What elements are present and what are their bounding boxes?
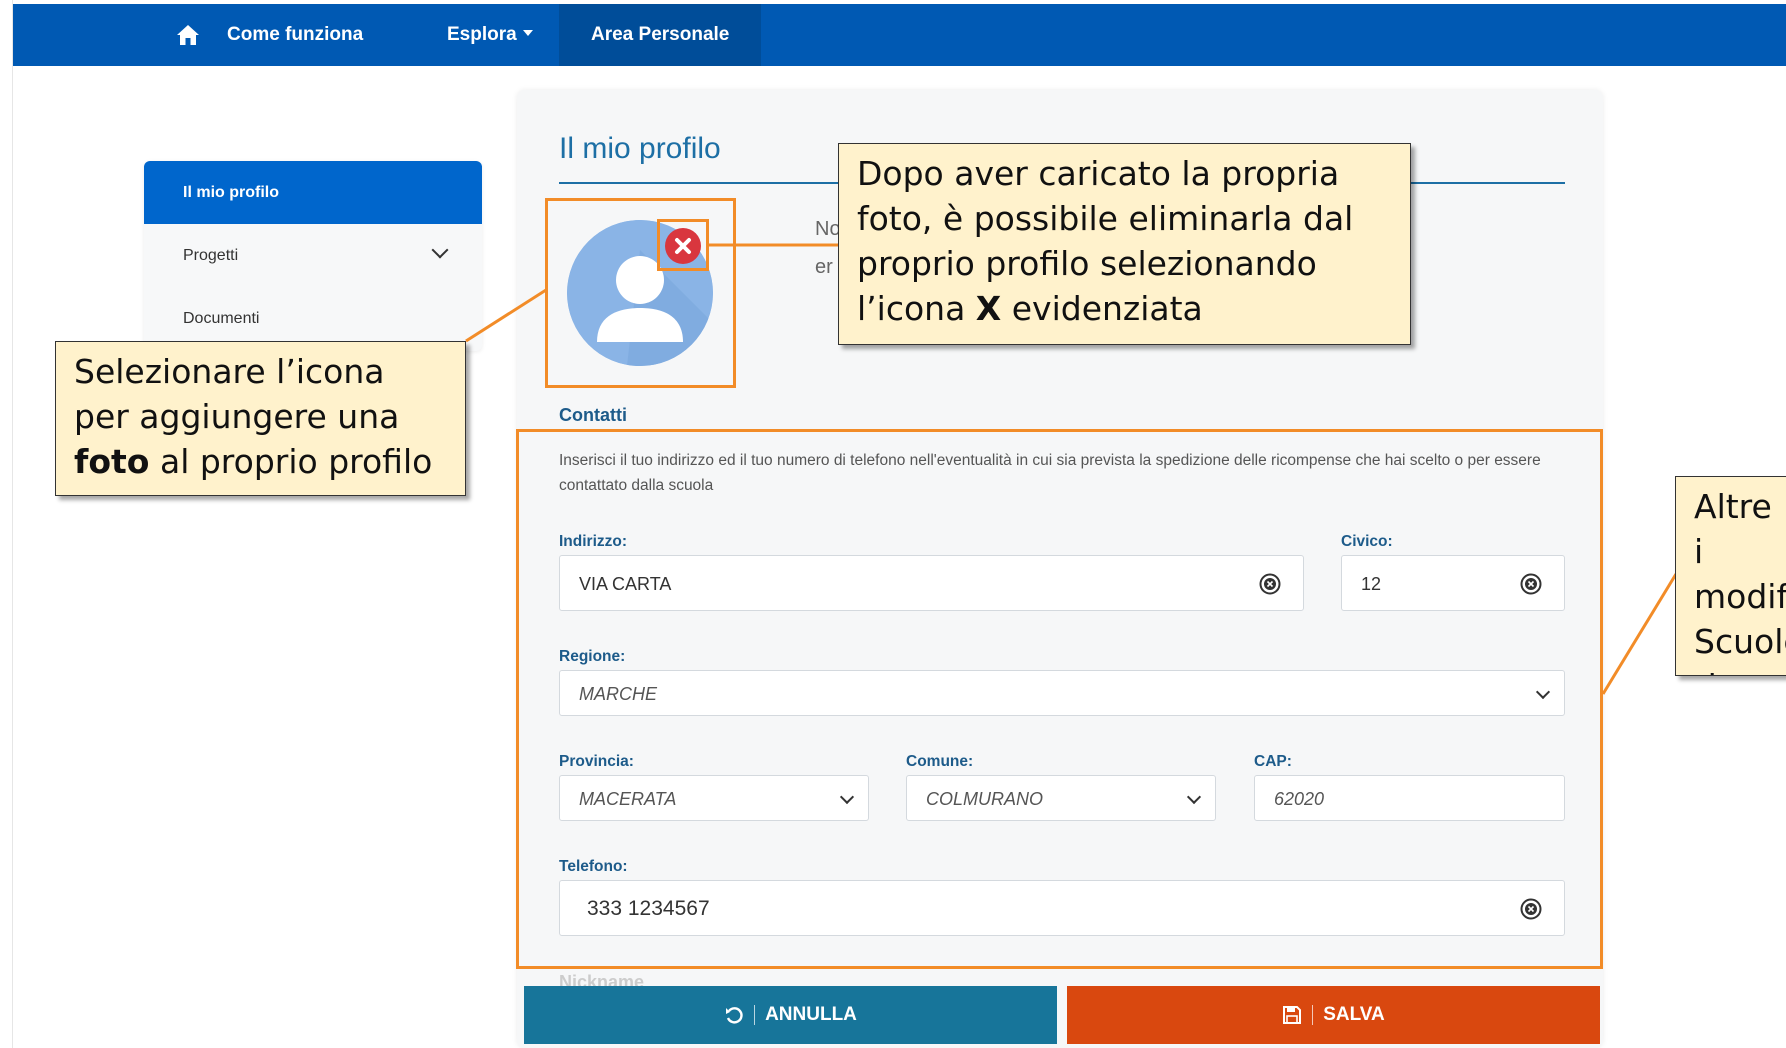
callout-bold: foto bbox=[74, 442, 150, 481]
sidebar-item-label: Il mio profilo bbox=[183, 184, 279, 201]
regione-value: MARCHE bbox=[579, 684, 658, 704]
cap-value: 62020 bbox=[1274, 789, 1325, 809]
salva-button[interactable]: SALVA bbox=[1067, 986, 1600, 1044]
sidebar-item-progetti[interactable]: Progetti bbox=[144, 224, 482, 287]
annulla-label: ANNULLA bbox=[765, 1004, 857, 1025]
chevron-down-icon bbox=[1186, 789, 1202, 805]
window-left-edge bbox=[0, 0, 13, 1048]
telefono-value: 333 1234567 bbox=[587, 897, 710, 920]
profile-sidebar: Il mio profilo Progetti Documenti bbox=[144, 161, 482, 351]
cap-field[interactable]: 62020 bbox=[1254, 775, 1565, 821]
callout-text: al proprio profilo bbox=[149, 442, 433, 481]
button-separator bbox=[1312, 1005, 1314, 1025]
indirizzo-field[interactable]: VIA CARTA bbox=[559, 555, 1304, 611]
comune-value: COLMURANO bbox=[926, 789, 1044, 809]
save-icon bbox=[1283, 1006, 1302, 1024]
provincia-value: MACERATA bbox=[579, 789, 677, 809]
partially-hidden-text: er bbox=[815, 256, 833, 278]
clear-icon[interactable] bbox=[1259, 573, 1281, 595]
civico-label: Civico: bbox=[1341, 533, 1393, 550]
nav-come-funziona[interactable]: Come funziona bbox=[227, 4, 363, 66]
telefono-field[interactable]: 333 1234567 bbox=[559, 880, 1565, 936]
regione-label: Regione: bbox=[559, 648, 626, 665]
callout-bold: X bbox=[975, 289, 1002, 328]
chevron-down-icon bbox=[1535, 684, 1551, 700]
nav-esplora-label: Esplora bbox=[447, 24, 517, 45]
home-icon[interactable] bbox=[173, 20, 203, 50]
callout-add-photo: Selezionare l’icona per aggiungere una f… bbox=[55, 341, 466, 496]
callout-text: evidenziata bbox=[1001, 289, 1203, 328]
clear-icon[interactable] bbox=[1520, 898, 1542, 920]
callout-text: Selezionare l’icona per aggiungere una bbox=[74, 352, 400, 436]
salva-label: SALVA bbox=[1323, 1004, 1385, 1025]
provincia-label: Provincia: bbox=[559, 753, 634, 770]
clear-icon[interactable] bbox=[1520, 573, 1542, 595]
nav-come-funziona-label: Come funziona bbox=[227, 24, 364, 45]
sidebar-item-label: Progetti bbox=[183, 247, 239, 264]
civico-field[interactable]: 12 bbox=[1341, 555, 1565, 611]
top-navbar: Come funziona Esplora Area Personale bbox=[13, 4, 1786, 66]
civico-value: 12 bbox=[1361, 574, 1382, 594]
provincia-select[interactable]: MACERATA bbox=[559, 775, 869, 821]
chevron-down-icon bbox=[839, 789, 855, 805]
regione-select[interactable]: MARCHE bbox=[559, 670, 1565, 716]
nav-esplora[interactable]: Esplora bbox=[447, 4, 533, 66]
sidebar-item-label: Documenti bbox=[183, 310, 260, 327]
callout-text: Altre i modif Scuole ricomp bbox=[1694, 487, 1786, 675]
partially-hidden-text: No bbox=[815, 218, 841, 240]
comune-label: Comune: bbox=[906, 753, 974, 770]
undo-icon bbox=[726, 1007, 743, 1024]
telefono-label: Telefono: bbox=[559, 858, 628, 875]
button-separator bbox=[754, 1005, 756, 1025]
callout-remove-photo: Dopo aver caricato la propria foto, è po… bbox=[838, 143, 1411, 345]
nav-area-personale[interactable]: Area Personale bbox=[559, 4, 762, 66]
comune-select[interactable]: COLMURANO bbox=[906, 775, 1216, 821]
remove-photo-icon[interactable] bbox=[665, 228, 701, 264]
contacts-section-label: Contatti bbox=[559, 405, 627, 425]
sidebar-item-il-mio-profilo[interactable]: Il mio profilo bbox=[144, 161, 482, 224]
chevron-down-icon bbox=[431, 241, 449, 259]
contacts-description: Inserisci il tuo indirizzo ed il tuo num… bbox=[559, 452, 1541, 494]
indirizzo-label: Indirizzo: bbox=[559, 533, 628, 550]
page-title: Il mio profilo bbox=[559, 132, 721, 165]
cap-label: CAP: bbox=[1254, 753, 1292, 770]
callout-other-info: Altre i modif Scuole ricomp bbox=[1675, 476, 1786, 676]
nav-area-personale-label: Area Personale bbox=[591, 24, 730, 45]
annulla-button[interactable]: ANNULLA bbox=[524, 986, 1057, 1044]
caret-down-icon bbox=[522, 29, 533, 36]
indirizzo-value: VIA CARTA bbox=[579, 574, 672, 594]
